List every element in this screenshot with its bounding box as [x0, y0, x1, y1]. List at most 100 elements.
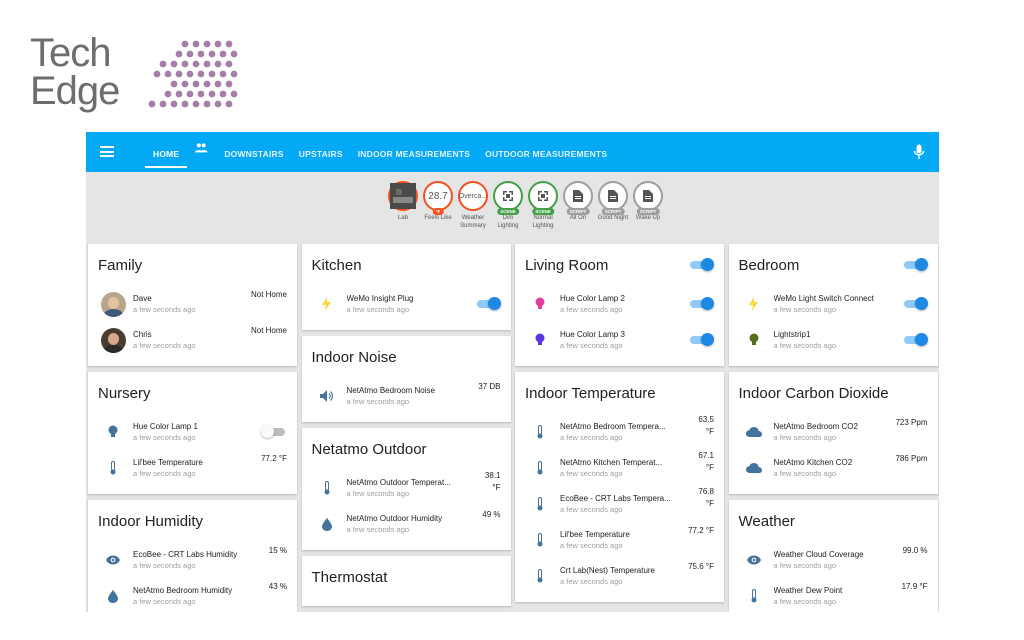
list-item[interactable]: Dave a few seconds ago Not Home — [98, 286, 287, 322]
list-item[interactable]: WeMo Light Switch Connect a few seconds … — [739, 286, 928, 322]
list-item[interactable]: Lightstrip1 a few seconds ago — [739, 322, 928, 358]
thermometer-icon — [537, 533, 543, 547]
eye-icon — [746, 555, 761, 565]
badge-wake-up[interactable]: SCRIPT Wake Up — [632, 181, 665, 244]
status-text: 15 % — [268, 546, 287, 555]
thermometer-icon — [751, 589, 756, 603]
thermometer-icon — [537, 425, 543, 439]
badge-lab[interactable]: Lab — [387, 181, 420, 244]
card-title: Thermostat — [311, 568, 388, 586]
flash-icon — [322, 297, 331, 311]
list-item[interactable]: Hue Color Lamp 3 a few seconds ago — [525, 322, 714, 358]
list-item[interactable]: Lil'bee Temperature a few seconds ago 77… — [525, 522, 714, 558]
list-item[interactable]: Weather Cloud Coverage a few seconds ago… — [739, 542, 928, 578]
status-text: 75.6 °F — [688, 562, 714, 571]
avatar — [100, 291, 126, 317]
card-title: Indoor Carbon Dioxide — [738, 384, 889, 402]
script-file-icon — [608, 190, 618, 202]
logo-wordmark: Tech Edge — [30, 31, 120, 113]
status-text: 43 % — [268, 582, 287, 591]
list-item[interactable]: Weather Dew Point a few seconds ago 17.9… — [739, 578, 928, 612]
badge-dim-lighting[interactable]: SCENE Dim Lighting — [492, 181, 525, 244]
lightstrip1-toggle[interactable] — [902, 333, 928, 346]
card-title: Indoor Humidity — [98, 512, 204, 530]
hue-color-lamp-2-toggle[interactable] — [688, 297, 714, 310]
hue-color-lamp-1-toggle[interactable] — [261, 425, 287, 438]
card-family: Family Dave a few seconds ago Not Home C… — [88, 244, 297, 366]
column-3: Living Room Hue Color Lamp 2 a few secon… — [515, 244, 724, 612]
card-kitchen: Kitchen WeMo Insight Plug a few seconds … — [301, 244, 511, 330]
card-nursery: Nursery Hue Color Lamp 1 a few seconds a… — [88, 372, 297, 494]
card-columns: Family Dave a few seconds ago Not Home C… — [88, 244, 939, 612]
badge-good-night[interactable]: SCRIPT Good Night — [597, 181, 630, 244]
list-item[interactable]: EcoBee - CRT Labs Humidity a few seconds… — [98, 542, 287, 578]
tab-indoor-measurements[interactable]: INDOOR MEASUREMENTS — [358, 132, 470, 172]
status-text: 76.8 °F — [698, 487, 714, 508]
card-living-room: Living Room Hue Color Lamp 2 a few secon… — [515, 244, 724, 366]
list-item[interactable]: NetAtmo Bedroom Humidity a few seconds a… — [98, 578, 287, 612]
status-text: 37 DB — [478, 382, 501, 391]
status-text: 77.2 °F — [261, 454, 287, 463]
people-icon[interactable] — [194, 141, 208, 155]
bedroom-group-toggle[interactable] — [902, 258, 928, 271]
status-text: 723 Ppm — [895, 418, 928, 427]
card-title: Nursery — [98, 384, 151, 402]
card-title: Netatmo Outdoor — [311, 440, 427, 458]
scene-icon — [538, 191, 548, 201]
list-item[interactable]: NetAtmo Outdoor Temperat... a few second… — [312, 470, 501, 506]
list-item[interactable]: NetAtmo Kitchen Temperat... a few second… — [525, 450, 714, 486]
living-room-group-toggle[interactable] — [688, 258, 714, 271]
list-item[interactable]: Chris a few seconds ago Not Home — [98, 322, 287, 358]
card-indoor-carbon-dioxide: Indoor Carbon Dioxide NetAtmo Bedroom CO… — [728, 372, 938, 494]
badge-weather-summary[interactable]: Overca... Weather Summary — [457, 181, 490, 244]
script-file-icon — [643, 190, 653, 202]
badge-feels-like[interactable]: 28.7 °F Feels Like — [422, 181, 455, 244]
list-item[interactable]: Hue Color Lamp 2 a few seconds ago — [525, 286, 714, 322]
thermometer-icon — [110, 461, 116, 475]
tab-downstairs[interactable]: DOWNSTAIRS — [224, 132, 283, 172]
column-4: Bedroom WeMo Light Switch Connect a few … — [728, 244, 938, 612]
microphone-icon[interactable] — [913, 144, 925, 160]
card-title: Indoor Noise — [311, 348, 397, 366]
list-item[interactable]: NetAtmo Bedroom Tempera... a few seconds… — [525, 414, 714, 450]
hue-color-lamp-3-toggle[interactable] — [688, 333, 714, 346]
cloud-icon — [745, 427, 762, 437]
eye-icon — [106, 555, 120, 565]
view-tabs: HOME DOWNSTAIRS UPSTAIRS INDOOR MEASUREM… — [144, 132, 622, 172]
card-title: Family — [98, 256, 143, 274]
list-item[interactable]: NetAtmo Outdoor Humidity a few seconds a… — [312, 506, 501, 542]
list-item[interactable]: WeMo Insight Plug a few seconds ago — [312, 286, 501, 322]
status-text: 49 % — [482, 510, 501, 519]
wemo-insight-plug-toggle[interactable] — [475, 297, 501, 310]
thermometer-icon — [537, 461, 543, 475]
water-percent-icon — [321, 517, 332, 531]
scene-icon — [503, 191, 513, 201]
badge-normal-lighting[interactable]: SCENE Normal Lighting — [527, 181, 560, 244]
tab-upstairs[interactable]: UPSTAIRS — [299, 132, 343, 172]
home-assistant-app: HOME DOWNSTAIRS UPSTAIRS INDOOR MEASUREM… — [86, 132, 939, 612]
menu-icon[interactable] — [100, 146, 114, 157]
lightbulb-icon — [535, 297, 545, 309]
card-weather: Weather Weather Cloud Coverage a few sec… — [728, 500, 938, 612]
column-1: Family Dave a few seconds ago Not Home C… — [88, 244, 297, 612]
status-text: 63.5 °F — [698, 415, 714, 436]
list-item[interactable]: NetAtmo Kitchen CO2 a few seconds ago 78… — [739, 450, 928, 486]
card-indoor-humidity: Indoor Humidity EcoBee - CRT Labs Humidi… — [88, 500, 297, 612]
card-title: Bedroom — [739, 256, 928, 274]
card-title: Indoor Temperature — [525, 384, 656, 402]
tab-outdoor-measurements[interactable]: OUTDOOR MEASUREMENTS — [485, 132, 607, 172]
list-item[interactable]: EcoBee - CRT Labs Tempera... a few secon… — [525, 486, 714, 522]
badge-all-on[interactable]: SCRIPT All On — [562, 181, 595, 244]
list-item[interactable]: NetAtmo Bedroom CO2 a few seconds ago 72… — [739, 414, 928, 450]
list-item[interactable]: NetAtmo Bedroom Noise a few seconds ago … — [312, 378, 501, 414]
list-item[interactable]: Lil'bee Temperature a few seconds ago 77… — [98, 450, 287, 486]
lightbulb-icon — [749, 333, 758, 345]
list-item[interactable]: Hue Color Lamp 1 a few seconds ago — [98, 414, 287, 450]
flash-icon — [749, 297, 758, 311]
tab-home[interactable]: HOME — [144, 132, 188, 172]
water-percent-icon — [108, 589, 118, 603]
list-item[interactable]: Crt Lab(Nest) Temperature a few seconds … — [525, 558, 714, 594]
lightbulb-icon — [108, 425, 118, 437]
techedge-logo: Tech Edge — [30, 31, 238, 114]
wemo-light-switch-toggle[interactable] — [902, 297, 928, 310]
